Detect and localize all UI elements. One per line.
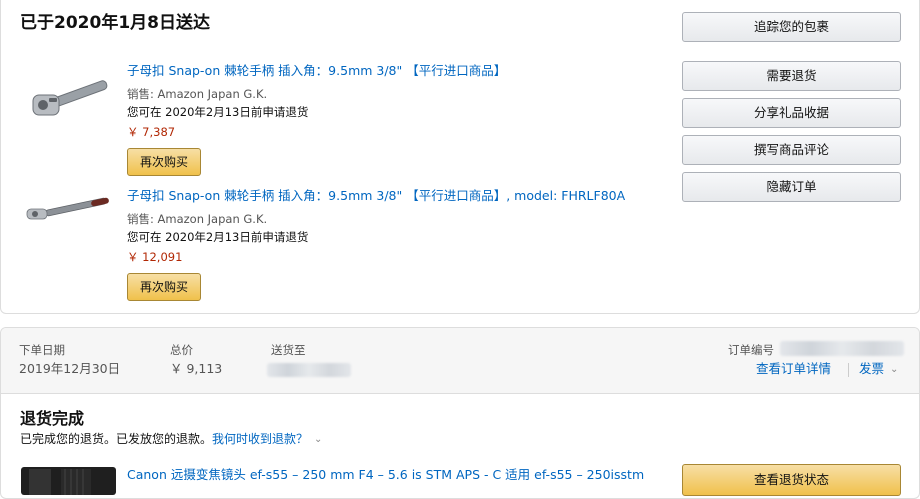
- header-divider: [848, 363, 849, 377]
- refund-timing-link-label: 我何时收到退款？: [212, 432, 309, 446]
- ratchet-handle-icon[interactable]: [23, 67, 113, 127]
- item-seller: 销售: Amazon Japan G.K.: [127, 87, 268, 101]
- order-item: 子母扣 Snap-on 棘轮手柄 插入角：9.5mm 3/8" 【平行进口商品】…: [1, 63, 661, 188]
- view-order-details-link[interactable]: 查看订单详情: [756, 361, 831, 377]
- order-item: 子母扣 Snap-on 棘轮手柄 插入角：9.5mm 3/8" 【平行进口商品】…: [1, 188, 661, 313]
- refund-status-text: 已完成您的退货。已发放您的退款。: [20, 432, 213, 446]
- item-title-link[interactable]: 子母扣 Snap-on 棘轮手柄 插入角：9.5mm 3/8" 【平行进口商品】…: [127, 188, 625, 204]
- item-price: ￥ 12,091: [127, 250, 183, 264]
- refund-timing-link[interactable]: 我何时收到退款？ ⌄: [212, 432, 322, 446]
- order-total-label: 总价: [170, 343, 193, 357]
- buy-again-button[interactable]: 再次购买: [127, 148, 201, 176]
- order-total-value: ￥ 9,113: [170, 361, 223, 376]
- track-package-button[interactable]: 追踪您的包裹: [682, 12, 901, 42]
- order-info-header: 下单日期 2019年12月30日 总价 ￥ 9,113 送货至 订单编号 查看订…: [1, 328, 919, 394]
- item-title-link[interactable]: 子母扣 Snap-on 棘轮手柄 插入角：9.5mm 3/8" 【平行进口商品】: [127, 63, 506, 79]
- refund-status-line: 已完成您的退货。已发放您的退款。我何时收到退款？ ⌄: [20, 431, 322, 448]
- invoice-link-label: 发票: [859, 361, 885, 376]
- item-return-deadline: 您可在 2020年2月13日前申请退货: [127, 105, 309, 119]
- chevron-down-icon: ⌄: [890, 364, 899, 375]
- item-price: ￥ 7,387: [127, 125, 176, 139]
- ship-to-label: 送货至: [271, 343, 306, 357]
- item-seller: 销售: Amazon Japan G.K.: [127, 212, 268, 226]
- returned-item-title-link[interactable]: Canon 远摄变焦镜头 ef-s55 – 250 mm F4 – 5.6 is…: [127, 467, 644, 483]
- request-return-button[interactable]: 需要退货: [682, 61, 901, 91]
- return-status-title: 退货完成: [20, 409, 85, 428]
- share-gift-receipt-button[interactable]: 分享礼品收据: [682, 98, 901, 128]
- order-date-value: 2019年12月30日: [19, 361, 121, 376]
- ship-to-name-redacted[interactable]: [267, 362, 351, 381]
- shipment-card: 已于2020年1月8日送达 子母扣 Snap-on 棘轮手柄 插入角：9.5mm…: [0, 0, 920, 314]
- write-review-button[interactable]: 撰写商品评论: [682, 135, 901, 165]
- chevron-down-icon: ⌄: [314, 434, 323, 445]
- order-date-label: 下单日期: [19, 343, 65, 357]
- view-return-status-button[interactable]: 查看退货状态: [682, 464, 901, 496]
- long-ratchet-handle-icon[interactable]: [23, 192, 113, 252]
- order-card: 下单日期 2019年12月30日 总价 ￥ 9,113 送货至 订单编号 查看订…: [0, 327, 920, 499]
- invoice-link[interactable]: 发票 ⌄: [859, 361, 898, 378]
- buy-again-button[interactable]: 再次购买: [127, 273, 201, 301]
- item-return-deadline: 您可在 2020年2月13日前申请退货: [127, 230, 309, 244]
- delivery-status-title: 已于2020年1月8日送达: [20, 13, 210, 33]
- hide-order-button[interactable]: 隐藏订单: [682, 172, 901, 202]
- order-number-label: 订单编号: [728, 343, 774, 357]
- order-number-redacted: [780, 341, 904, 360]
- camera-lens-icon[interactable]: [21, 465, 116, 495]
